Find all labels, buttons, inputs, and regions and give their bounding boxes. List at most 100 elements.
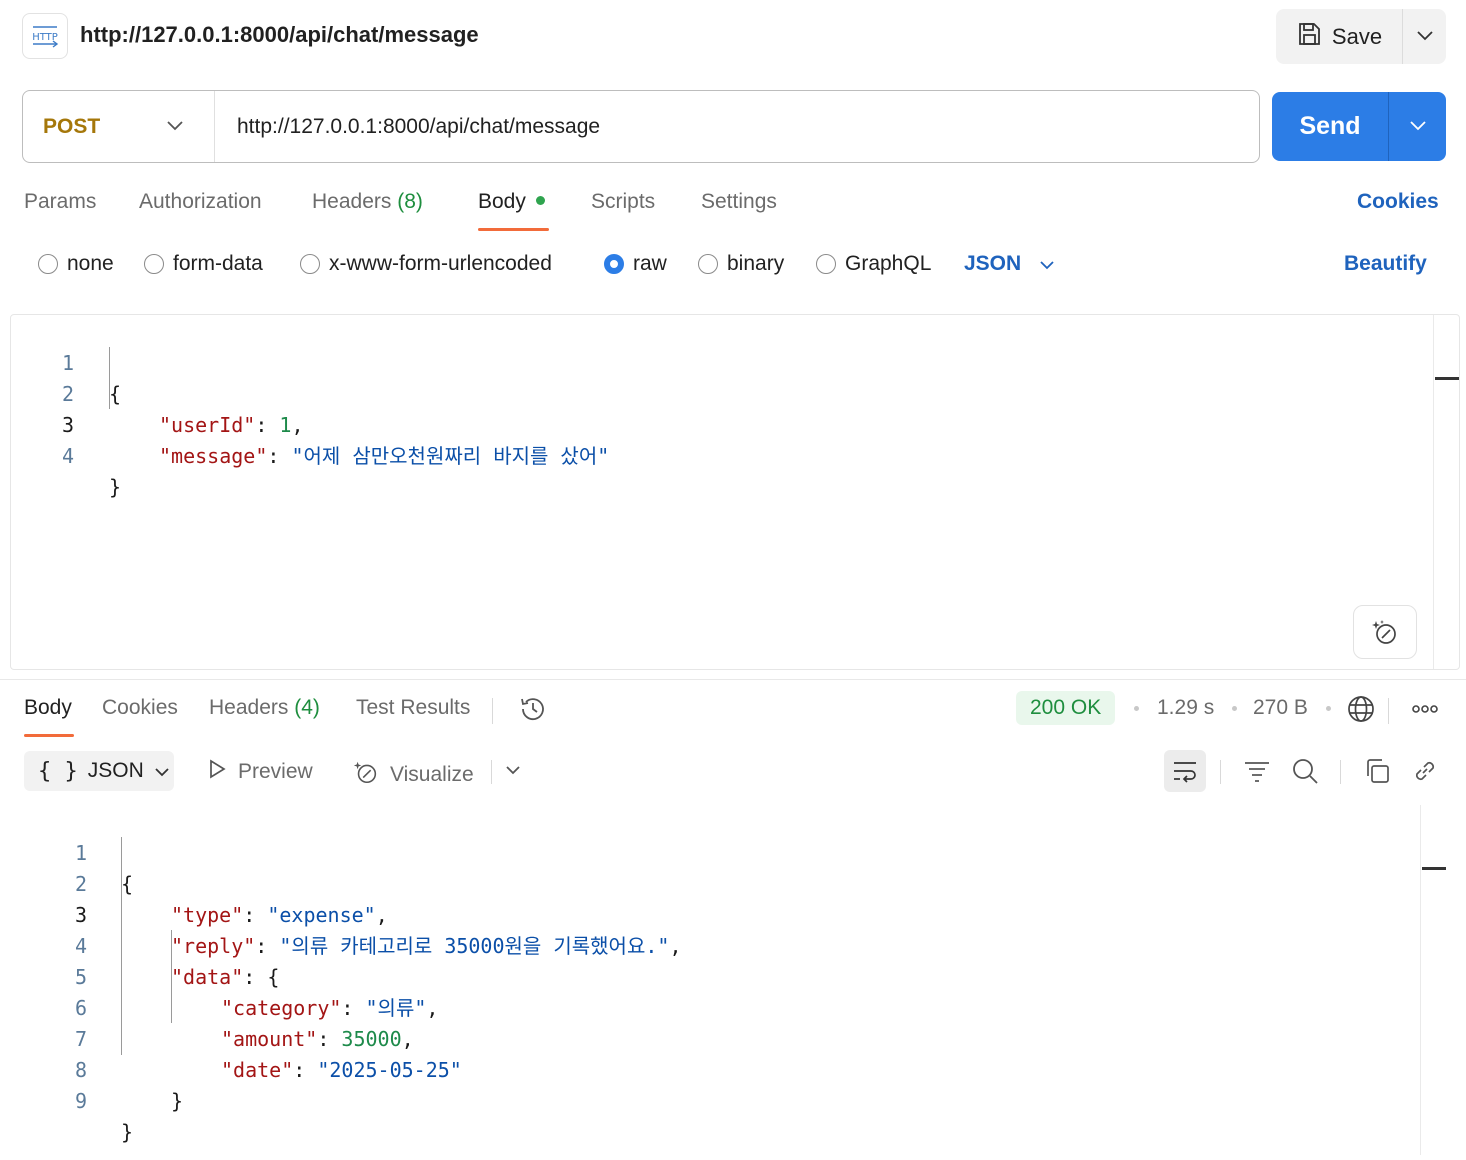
copy-icon[interactable] <box>1356 750 1398 792</box>
link-icon[interactable] <box>1404 750 1446 792</box>
panel-divider[interactable] <box>0 679 1466 680</box>
separator <box>1388 698 1389 724</box>
code-line: 7 "date": "2025-05-25" <box>0 993 462 1082</box>
wrap-icon[interactable] <box>1164 750 1206 792</box>
chevron-down-icon <box>1416 28 1434 46</box>
radio-form-data[interactable] <box>144 254 164 274</box>
code-line: 6 "amount": 35000, <box>0 962 414 1051</box>
scroll-marker <box>1435 377 1459 380</box>
radio-urlencoded[interactable] <box>300 254 320 274</box>
tab-body-label: Body <box>478 190 526 213</box>
res-tab-body[interactable]: Body <box>24 696 72 720</box>
save-icon <box>1296 21 1322 53</box>
radio-binary[interactable] <box>698 254 718 274</box>
line-number: 4 <box>61 444 74 468</box>
tab-body[interactable]: Body <box>478 190 545 214</box>
mode-urlencoded-label: x-www-form-urlencoded <box>329 252 552 275</box>
tab-scripts[interactable]: Scripts <box>591 190 655 214</box>
radio-raw[interactable] <box>604 254 624 274</box>
history-icon[interactable] <box>512 688 554 730</box>
modified-dot <box>535 195 545 205</box>
separator-dot <box>1326 706 1331 711</box>
method-select[interactable]: POST <box>23 91 215 162</box>
separator <box>1220 760 1221 784</box>
chevron-down-icon <box>154 759 170 783</box>
code-text: "type": "expense", <box>171 903 388 927</box>
code-text: "category": "의류", <box>221 996 439 1020</box>
magic-icon[interactable] <box>1353 605 1417 659</box>
res-tab-cookies[interactable]: Cookies <box>102 696 178 720</box>
res-headers-count: (4) <box>294 696 320 719</box>
visualize-button[interactable]: Visualize <box>352 758 474 792</box>
scrollbar[interactable] <box>1420 805 1446 1155</box>
request-body-editor[interactable]: 1 { 2 "userId": 1, 3 "message": "어제 삼만오천… <box>10 314 1460 670</box>
radio-graphql[interactable] <box>816 254 836 274</box>
mode-urlencoded[interactable]: x-www-form-urlencoded <box>300 252 552 276</box>
search-icon[interactable] <box>1284 750 1326 792</box>
filter-icon[interactable] <box>1236 750 1278 792</box>
response-format-label: JSON <box>87 759 144 782</box>
json-value: "어제 삼만오천원짜리 바지를 샀어" <box>291 444 610 468</box>
scrollbar[interactable] <box>1433 315 1459 669</box>
save-options-button[interactable] <box>1403 9 1446 64</box>
send-button[interactable]: Send <box>1272 92 1389 161</box>
globe-icon[interactable] <box>1340 688 1382 730</box>
status-badge[interactable]: 200 OK <box>1016 691 1116 725</box>
tab-params[interactable]: Params <box>24 190 96 214</box>
separator-dot <box>1232 706 1237 711</box>
tab-headers-label: Headers <box>312 190 392 213</box>
url-input[interactable]: http://127.0.0.1:8000/api/chat/message <box>215 115 600 139</box>
preview-label: Preview <box>238 760 313 783</box>
more-icon[interactable] <box>1404 688 1446 730</box>
mode-none[interactable]: none <box>38 252 114 276</box>
code-text: { <box>121 872 134 896</box>
code-text: "reply": "의류 카테고리로 35000원을 기록했어요.", <box>171 934 682 958</box>
cookies-link[interactable]: Cookies <box>1357 190 1439 214</box>
mode-graphql[interactable]: GraphQL <box>816 252 931 276</box>
preview-button[interactable]: Preview <box>206 758 313 786</box>
response-time[interactable]: 1.29 s <box>1157 696 1214 720</box>
save-group: Save <box>1276 9 1446 64</box>
json-key: "type" <box>171 903 244 927</box>
tab-authorization[interactable]: Authorization <box>139 190 262 214</box>
save-button[interactable]: Save <box>1276 9 1403 64</box>
tab-settings[interactable]: Settings <box>701 190 777 214</box>
mode-graphql-label: GraphQL <box>845 252 932 275</box>
code-line: 3 "reply": "의류 카테고리로 35000원을 기록했어요.", <box>0 869 682 958</box>
indent-guide <box>121 837 122 1055</box>
visualize-label: Visualize <box>390 763 474 786</box>
beautify-button[interactable]: Beautify <box>1344 252 1427 276</box>
code-line: 2 "userId": 1, <box>11 348 304 437</box>
res-tab-headers[interactable]: Headers (4) <box>209 696 320 720</box>
language-select[interactable]: JSON <box>964 252 1055 276</box>
send-group: Send <box>1272 92 1446 161</box>
language-label: JSON <box>964 252 1022 275</box>
code-line: 9 } <box>0 1055 133 1144</box>
response-size[interactable]: 270 B <box>1253 696 1308 720</box>
code-text: "userId": 1, <box>159 413 304 437</box>
headers-count: (8) <box>397 190 423 213</box>
response-format-select[interactable]: { } JSON <box>24 751 174 791</box>
code-text: } <box>171 1089 184 1113</box>
chevron-down-icon <box>505 762 521 780</box>
http-icon: HTTP <box>22 13 68 59</box>
active-tab-indicator <box>24 734 74 737</box>
code-text: "date": "2025-05-25" <box>221 1058 462 1082</box>
indent-guide <box>109 347 110 409</box>
visualize-options-button[interactable] <box>492 750 534 792</box>
send-options-button[interactable] <box>1389 92 1446 161</box>
json-key: "reply" <box>171 934 256 958</box>
radio-none[interactable] <box>38 254 58 274</box>
res-tab-test-results[interactable]: Test Results <box>356 696 470 720</box>
chevron-down-icon <box>1039 252 1055 276</box>
tab-headers[interactable]: Headers (8) <box>312 190 423 214</box>
active-tab-indicator <box>478 228 549 231</box>
chevron-down-icon <box>166 118 184 136</box>
code-line: 1 { <box>11 317 121 406</box>
mode-raw[interactable]: raw <box>604 252 667 276</box>
mode-binary[interactable]: binary <box>698 252 784 276</box>
mode-form-data[interactable]: form-data <box>144 252 263 276</box>
response-body-viewer[interactable]: 1 { 2 "type": "expense", 3 "reply": "의류 … <box>0 805 1446 1155</box>
json-key: "amount" <box>221 1027 318 1051</box>
request-title[interactable]: http://127.0.0.1:8000/api/chat/message <box>80 22 479 48</box>
